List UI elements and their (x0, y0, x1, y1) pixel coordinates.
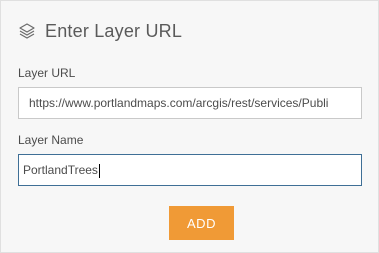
layer-url-input[interactable]: https://www.portlandmaps.com/arcgis/rest… (18, 87, 362, 119)
layer-url-value: https://www.portlandmaps.com/arcgis/rest… (29, 96, 329, 110)
layers-icon (17, 21, 37, 41)
panel-title: Enter Layer URL (45, 20, 183, 41)
enter-layer-url-panel: Enter Layer URL Layer URL https://www.po… (0, 0, 379, 253)
layer-url-label: Layer URL (18, 66, 76, 80)
add-button[interactable]: ADD (169, 206, 234, 240)
layer-name-label: Layer Name (18, 133, 84, 147)
layer-name-value: PortlandTrees (23, 163, 98, 177)
panel-header: Enter Layer URL (17, 19, 182, 43)
text-caret (98, 163, 100, 178)
layer-name-input[interactable]: PortlandTrees (18, 154, 362, 186)
